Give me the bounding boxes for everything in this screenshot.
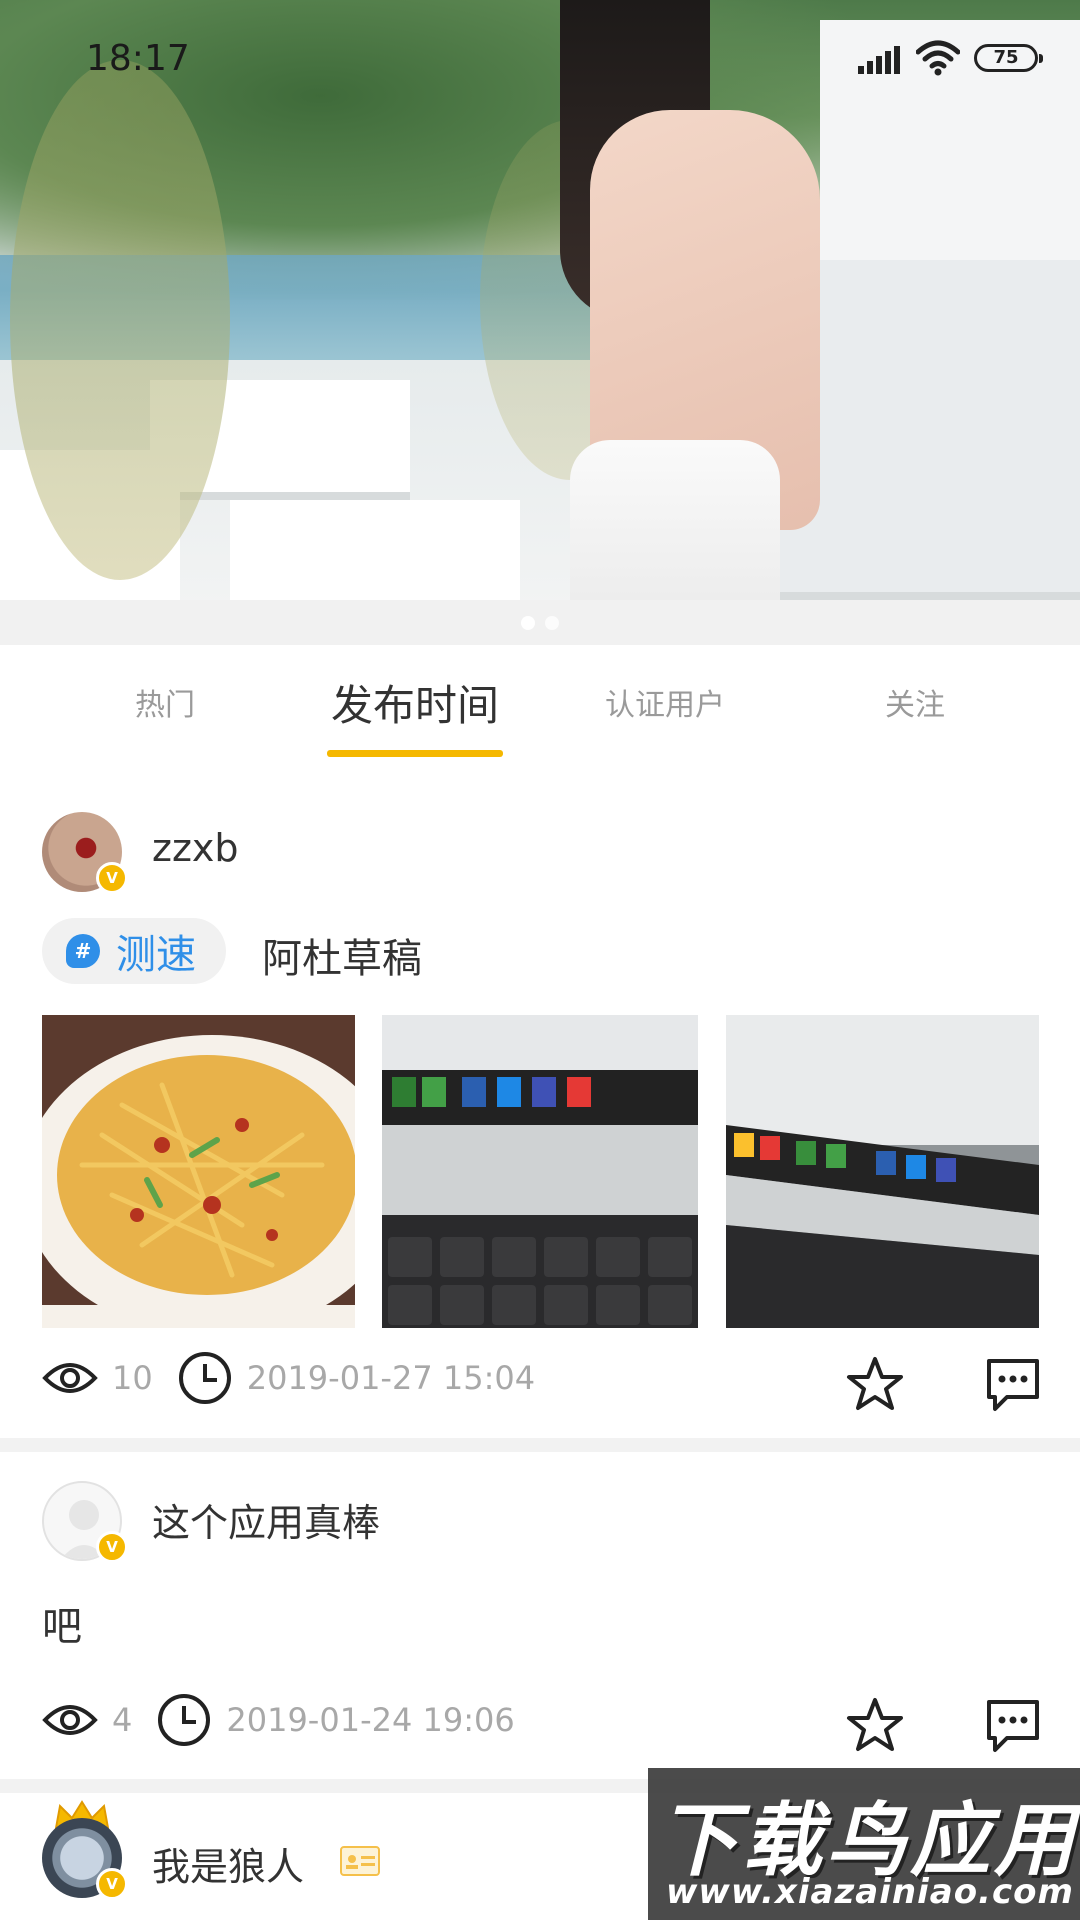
banner-indicator bbox=[0, 615, 1080, 634]
star-icon[interactable] bbox=[845, 1355, 905, 1415]
post-username[interactable]: 我是狼人 bbox=[152, 1836, 304, 1891]
banner-dot bbox=[545, 616, 559, 630]
post-divider bbox=[0, 1438, 1080, 1452]
post-image[interactable] bbox=[726, 1015, 1039, 1328]
laptop-photo bbox=[382, 1015, 698, 1328]
tab-verified-users[interactable]: 认证用户 bbox=[598, 680, 732, 724]
food-photo bbox=[42, 1015, 355, 1328]
banner-dot bbox=[521, 616, 535, 630]
post-text: 阿杜草稿 bbox=[262, 936, 422, 982]
post-timestamp: 2019-01-24 19:06 bbox=[226, 1701, 515, 1739]
id-card-icon bbox=[340, 1846, 380, 1876]
tab-active-indicator bbox=[327, 750, 503, 757]
banner-building bbox=[780, 260, 1080, 600]
post-text: 吧 bbox=[42, 1604, 82, 1650]
post-meta: 10 2019-01-27 15:04 bbox=[42, 1350, 535, 1406]
post-meta: 4 2019-01-24 19:06 bbox=[42, 1692, 515, 1748]
clock-icon bbox=[158, 1694, 211, 1746]
verified-badge-icon: V bbox=[96, 1531, 128, 1563]
view-count: 4 bbox=[112, 1701, 133, 1739]
topic-label: 测速 bbox=[116, 932, 196, 978]
battery-icon: 75 bbox=[974, 44, 1043, 72]
signal-icon bbox=[858, 46, 904, 74]
eye-icon bbox=[42, 1705, 98, 1735]
post-username[interactable]: 这个应用真棒 bbox=[152, 1492, 380, 1547]
verified-badge-icon: V bbox=[96, 1868, 128, 1900]
avatar[interactable]: V bbox=[42, 812, 128, 894]
tab-bar: 热门 发布时间 认证用户 关注 bbox=[0, 660, 1080, 760]
topic-tag[interactable]: # 测速 bbox=[42, 918, 226, 984]
post-image[interactable] bbox=[382, 1015, 698, 1328]
post-timestamp: 2019-01-27 15:04 bbox=[246, 1359, 536, 1397]
star-icon[interactable] bbox=[845, 1696, 905, 1756]
comment-icon[interactable] bbox=[983, 1355, 1043, 1415]
tab-following[interactable]: 关注 bbox=[880, 680, 950, 724]
hashtag-icon: # bbox=[66, 934, 100, 968]
avatar[interactable]: V bbox=[42, 1818, 128, 1900]
verified-badge-icon: V bbox=[96, 862, 128, 894]
wifi-icon bbox=[916, 40, 960, 76]
watermark-logo: 下载鸟应用 www.xiazainiao.com bbox=[648, 1768, 1080, 1920]
view-count: 10 bbox=[112, 1359, 153, 1397]
status-bar: 18:17 75 bbox=[0, 0, 1080, 120]
avatar[interactable]: V bbox=[42, 1481, 128, 1563]
post-image[interactable] bbox=[42, 1015, 355, 1328]
eye-icon bbox=[42, 1363, 98, 1393]
laptop-photo bbox=[726, 1015, 1039, 1328]
tab-hot[interactable]: 热门 bbox=[130, 680, 200, 724]
tab-publish-time[interactable]: 发布时间 bbox=[324, 672, 506, 733]
banner-palm bbox=[10, 60, 230, 580]
status-time: 18:17 bbox=[86, 38, 190, 79]
watermark-url: www.xiazainiao.com bbox=[666, 1872, 1074, 1912]
post-username[interactable]: zzxb bbox=[152, 826, 239, 870]
comment-icon[interactable] bbox=[983, 1696, 1043, 1756]
clock-icon bbox=[178, 1352, 231, 1404]
